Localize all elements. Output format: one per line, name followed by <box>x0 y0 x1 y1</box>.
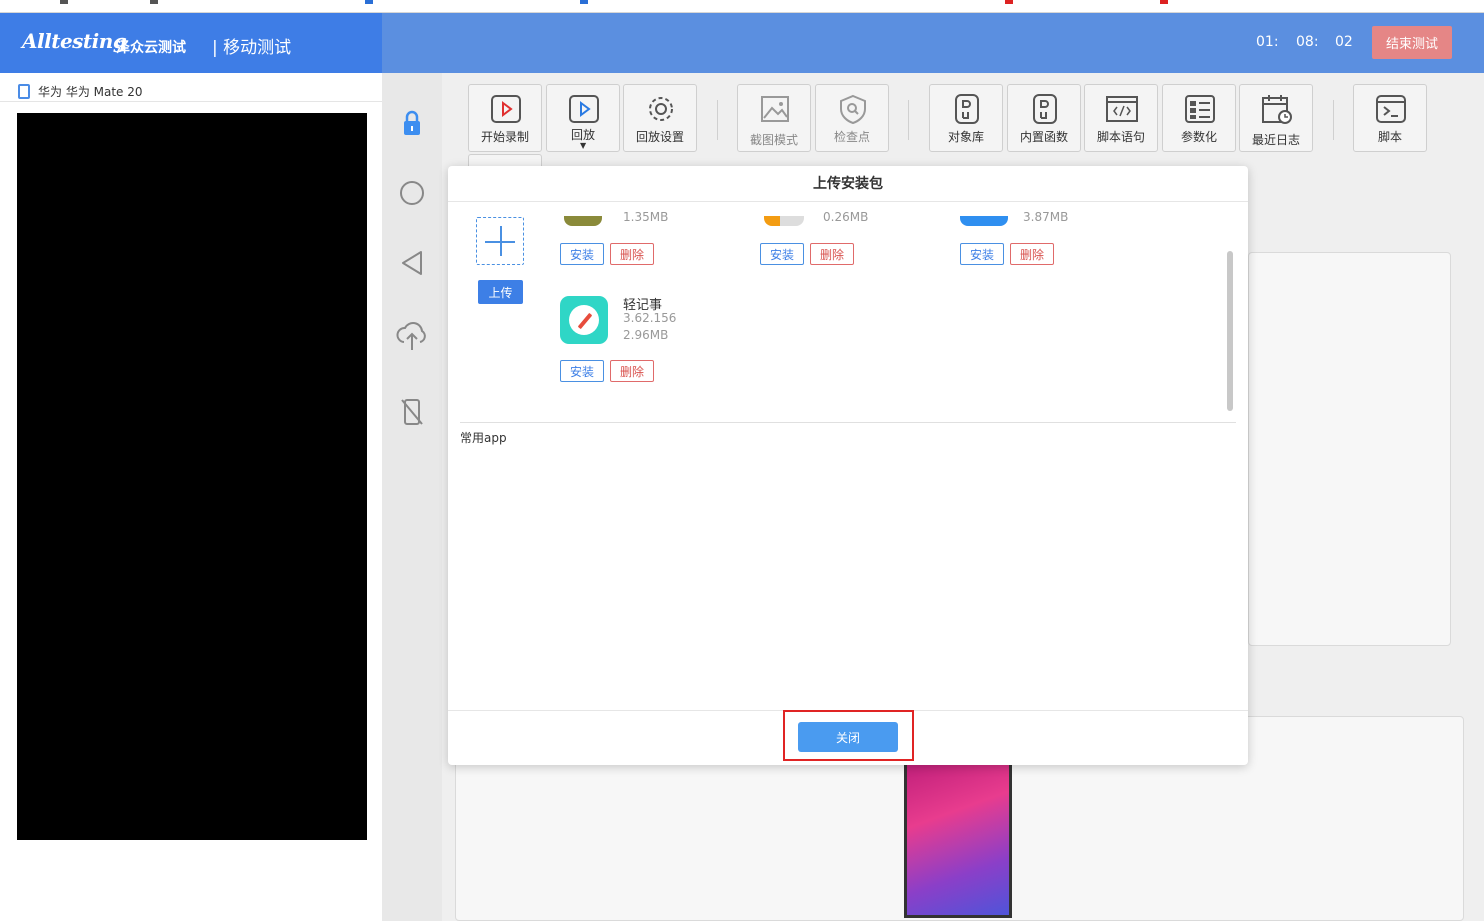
logo: Alltesting <box>22 29 127 53</box>
playback-button[interactable]: 回放 ▼ <box>546 84 620 152</box>
upload-package-dialog: 上传安装包 上传 1.35MB 安装 删除 0.26MB 安装 删除 3.87M… <box>448 166 1248 765</box>
screenshot-mode-button[interactable]: 截图模式 <box>737 84 811 152</box>
terminal-icon <box>1376 95 1406 123</box>
background-panel <box>1248 252 1451 646</box>
brand-area: Alltesting 泽众云测试 | 移动测试 <box>0 13 382 73</box>
module-title: | 移动测试 <box>212 38 292 58</box>
toolbar-divider <box>717 100 718 140</box>
divider <box>0 101 382 102</box>
package-size: 1.35MB <box>623 210 669 224</box>
toolbar-label: 回放设置 <box>635 130 684 144</box>
close-button[interactable]: 关闭 <box>798 722 898 752</box>
package-list-scrollbar[interactable] <box>1226 216 1234 412</box>
toolbar-label: 参数化 <box>1180 130 1217 144</box>
log-icon <box>1262 95 1292 124</box>
start-record-button[interactable]: 开始录制 <box>468 84 542 152</box>
package-size: 3.87MB <box>1023 210 1069 224</box>
device-preview-image <box>904 762 1012 918</box>
install-button[interactable]: 安装 <box>560 360 604 382</box>
checkpoint-button[interactable]: 检查点 <box>815 84 889 152</box>
browser-tab-strip <box>0 0 1484 13</box>
package-version: 3.62.156 <box>623 311 677 325</box>
toolbar-label: 内置函数 <box>1019 130 1068 144</box>
builtin-function-button[interactable]: 内置函数 <box>1007 84 1081 152</box>
playback-settings-button[interactable]: 回放设置 <box>623 84 697 152</box>
playback-icon <box>569 95 599 123</box>
device-name: 华为 华为 Mate 20 <box>38 85 143 99</box>
device-label: 华为 华为 Mate 20 <box>18 83 143 100</box>
checkpoint-icon <box>840 94 866 125</box>
timer-seconds: 02 <box>1335 34 1353 50</box>
timer-minutes: 08: <box>1296 34 1319 50</box>
install-button[interactable]: 安装 <box>560 243 604 265</box>
upload-button[interactable]: 上传 <box>478 280 523 304</box>
delete-button[interactable]: 删除 <box>1010 243 1054 265</box>
builtin-function-icon <box>1033 94 1057 124</box>
device-screen[interactable] <box>17 113 367 840</box>
cloud-upload-icon[interactable] <box>394 316 430 352</box>
toolbar-divider <box>908 100 909 140</box>
timer-hours: 01: <box>1256 34 1279 50</box>
app-header: Alltesting 泽众云测试 | 移动测试 01: 08: 02 结束测试 <box>0 13 1484 73</box>
divider <box>460 422 1236 423</box>
toolbar-label: 脚本 <box>1377 130 1402 144</box>
toolbar-label: 检查点 <box>833 130 870 144</box>
device-panel: 华为 华为 Mate 20 <box>0 73 382 921</box>
parameterize-icon <box>1185 95 1215 123</box>
chevron-down-icon[interactable]: ▼ <box>580 141 586 150</box>
parameterize-button[interactable]: 参数化 <box>1162 84 1236 152</box>
toolbar-label: 开始录制 <box>480 130 529 144</box>
device-tool-column <box>382 73 442 921</box>
delete-button[interactable]: 删除 <box>610 360 654 382</box>
common-apps-label: 常用app <box>460 431 507 445</box>
lock-icon[interactable] <box>394 105 430 141</box>
gear-icon <box>649 97 673 121</box>
script-button[interactable]: 脚本 <box>1353 84 1427 152</box>
logo-cn: 泽众云测试 <box>116 40 186 56</box>
add-package-icon[interactable] <box>476 217 524 265</box>
app-icon <box>960 216 1008 226</box>
install-button[interactable]: 安装 <box>760 243 804 265</box>
end-test-button[interactable]: 结束测试 <box>1372 26 1452 59</box>
screenshot-icon <box>761 96 789 122</box>
object-library-icon <box>955 94 979 124</box>
home-circle-icon[interactable] <box>394 175 430 211</box>
object-library-button[interactable]: 对象库 <box>929 84 1003 152</box>
script-statement-button[interactable]: 脚本语句 <box>1084 84 1158 152</box>
notes-app-icon <box>560 296 608 344</box>
toolbar-divider <box>1333 100 1334 140</box>
dialog-title: 上传安装包 <box>448 166 1248 202</box>
install-button[interactable]: 安装 <box>960 243 1004 265</box>
package-size: 0.26MB <box>823 210 869 224</box>
phone-icon <box>18 84 30 99</box>
delete-button[interactable]: 删除 <box>810 243 854 265</box>
back-triangle-icon[interactable] <box>394 245 430 281</box>
toolbar-label: 脚本语句 <box>1096 130 1145 144</box>
delete-button[interactable]: 删除 <box>610 243 654 265</box>
code-icon <box>1106 96 1138 122</box>
app-icon <box>764 216 804 226</box>
toolbar-label: 截图模式 <box>749 133 798 147</box>
package-size: 2.96MB <box>623 328 669 342</box>
app-icon <box>564 216 602 226</box>
rotate-device-icon[interactable] <box>394 394 430 430</box>
record-icon <box>491 95 521 123</box>
toolbar-label: 对象库 <box>947 130 984 144</box>
toolbar-label: 最近日志 <box>1251 133 1300 147</box>
recent-log-button[interactable]: 最近日志 <box>1239 84 1313 152</box>
